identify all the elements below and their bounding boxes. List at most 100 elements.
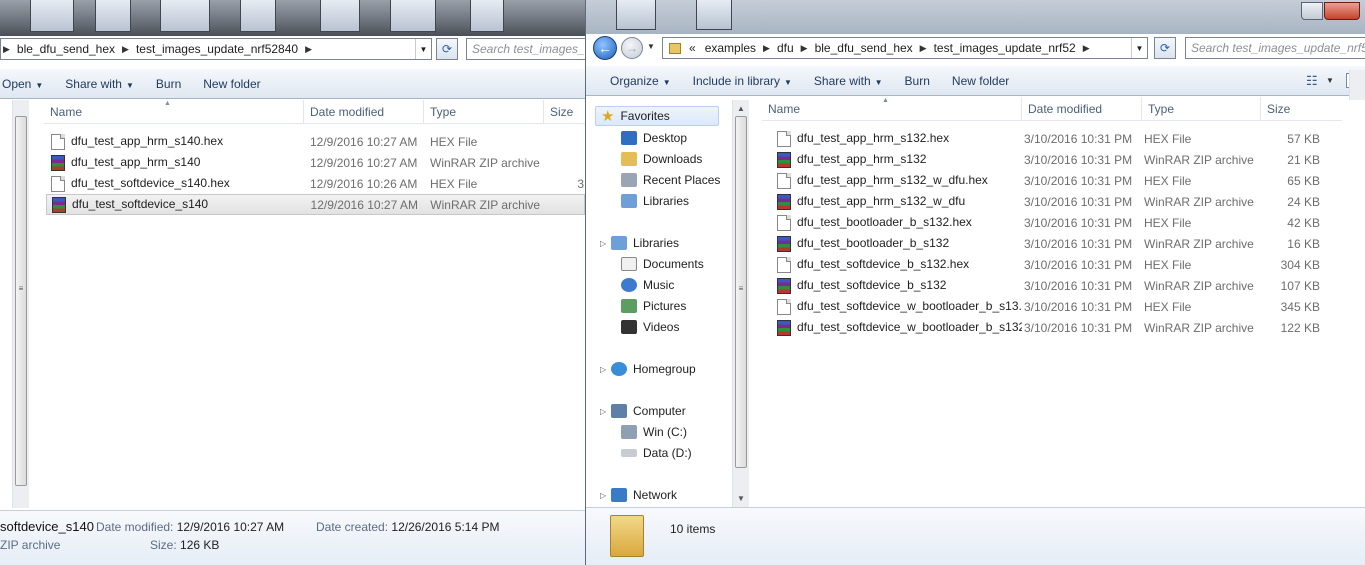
scroll-up-icon[interactable]: ▲ [733,100,749,116]
column-name[interactable]: Name ▲ [762,96,1022,121]
expand-arrow-icon[interactable]: ▷ [600,491,606,500]
videos-icon [621,320,637,334]
chevron-right-icon[interactable]: ▶ [1081,43,1092,54]
nav-drive-c[interactable]: Win (C:) [621,422,687,442]
nav-recent-places[interactable]: Recent Places [621,170,720,190]
file-row-selected[interactable]: dfu_test_softdevice_s140 12/9/2016 10:27… [46,194,585,215]
right-address-bar[interactable]: « examples ▶ dfu ▶ ble_dfu_send_hex ▶ te… [662,37,1148,59]
hex-file-icon [777,172,791,189]
column-date-modified[interactable]: Date modified [1022,96,1142,121]
nav-drive-d[interactable]: Data (D:) [621,443,692,463]
details-size: Size: 126 KB [150,538,220,552]
file-row[interactable]: dfu_test_softdevice_s140.hex 12/9/2016 1… [46,173,585,194]
chevron-right-icon[interactable]: ▶ [303,44,314,55]
file-row[interactable]: dfu_test_app_hrm_s140.hex 12/9/2016 10:2… [46,131,585,152]
open-button[interactable]: Open ▼ [0,77,54,91]
nav-network[interactable]: Network [611,485,677,505]
chevron-right-icon[interactable]: ▶ [918,43,929,54]
breadcrumb-item[interactable]: test_images_update_nrf52840 [131,42,303,56]
nav-pane-scrollbar[interactable]: ▲ ≡ ▼ [732,100,749,508]
nav-libraries-favorite[interactable]: Libraries [621,191,689,211]
documents-icon [621,257,637,271]
left-address-bar[interactable]: ▶ ble_dfu_send_hex ▶ test_images_update_… [0,38,432,60]
expand-arrow-icon[interactable]: ▷ [600,407,606,416]
include-in-library-button[interactable]: Include in library ▼ [682,74,803,88]
left-nav-scrollbar[interactable]: ≡ [12,100,29,508]
file-row[interactable]: dfu_test_bootloader_b_s132 3/10/2016 10:3… [764,233,1342,254]
file-row[interactable]: dfu_test_softdevice_b_s132 3/10/2016 10:3… [764,275,1342,296]
file-row[interactable]: dfu_test_bootloader_b_s132.hex 3/10/2016 … [764,212,1342,233]
address-history-dropdown[interactable]: ▼ [415,39,431,59]
chevron-down-icon: ▼ [125,80,134,90]
breadcrumb-item[interactable]: test_images_update_nrf52 [929,41,1081,55]
breadcrumb-item[interactable]: dfu [772,41,799,55]
nav-pictures[interactable]: Pictures [621,296,686,316]
nav-homegroup[interactable]: Homegroup [611,359,696,379]
column-name[interactable]: Name ▲ [44,99,304,124]
column-type[interactable]: Type [1142,96,1261,121]
scrollbar-thumb[interactable] [15,116,27,486]
file-row[interactable]: dfu_test_softdevice_w_bootloader_b_s13..… [764,296,1342,317]
file-row[interactable]: dfu_test_softdevice_w_bootloader_b_s132 3… [764,317,1342,338]
nav-downloads[interactable]: Downloads [621,149,702,169]
libraries-icon [621,194,637,208]
file-row[interactable]: dfu_test_app_hrm_s132.hex 3/10/2016 10:31… [764,128,1342,149]
nav-favorites[interactable]: ★ Favorites [595,106,719,126]
nav-desktop[interactable]: Desktop [621,128,687,148]
close-button[interactable] [1324,2,1360,20]
burn-button[interactable]: Burn [894,74,941,88]
recent-pages-chevron-icon[interactable]: ▼ [647,42,655,51]
back-arrow-icon[interactable]: ← [593,36,617,60]
breadcrumb-item[interactable]: examples [700,41,761,55]
new-folder-button[interactable]: New folder [192,77,271,91]
hex-file-icon [777,256,791,273]
breadcrumb-item[interactable]: ble_dfu_send_hex [12,42,120,56]
organize-button[interactable]: Organize ▼ [586,74,682,88]
chevron-right-icon[interactable]: ▶ [120,44,131,55]
expand-arrow-icon[interactable]: ▷ [600,365,606,374]
share-with-button[interactable]: Share with ▼ [803,74,894,88]
chevron-right-icon[interactable]: ▶ [761,43,772,54]
scroll-down-icon[interactable]: ▼ [733,490,749,506]
chevron-down-icon[interactable]: ▼ [1326,76,1334,85]
view-options-icon[interactable]: ☷ [1306,73,1318,89]
left-search-input[interactable]: Search test_images_u [466,38,585,60]
computer-icon [611,404,627,418]
share-with-button[interactable]: Share with ▼ [54,77,145,91]
breadcrumb-item[interactable]: ble_dfu_send_hex [810,41,918,55]
column-size[interactable]: Size [1261,97,1337,121]
nav-computer[interactable]: Computer [611,401,686,421]
left-window-titlebar [0,0,585,36]
chevron-right-icon[interactable]: ▶ [799,43,810,54]
nav-music[interactable]: Music [621,275,674,295]
left-command-bar: Open ▼ Share with ▼ Burn New folder [0,69,585,99]
nav-documents[interactable]: Documents [621,254,704,274]
details-file-name: softdevice_s140 [0,519,94,534]
drive-icon [621,449,637,457]
expand-arrow-icon[interactable]: ▷ [600,239,606,248]
column-date-modified[interactable]: Date modified [304,99,424,124]
right-search-input[interactable]: Search test_images_update_nrf52 [1185,37,1365,59]
pictures-icon [621,299,637,313]
breadcrumb-overflow[interactable]: « [685,41,700,55]
nav-videos[interactable]: Videos [621,317,679,337]
refresh-icon[interactable]: ⟳ [436,38,458,60]
refresh-icon[interactable]: ⟳ [1154,37,1176,59]
file-row[interactable]: dfu_test_app_hrm_s132_w_dfu 3/10/2016 10:… [764,191,1342,212]
new-folder-button[interactable]: New folder [941,74,1020,88]
libraries-icon [611,236,627,250]
star-icon: ★ [601,108,615,125]
file-row[interactable]: dfu_test_app_hrm_s132 3/10/2016 10:31 PM W… [764,149,1342,170]
address-history-dropdown[interactable]: ▼ [1131,38,1147,58]
column-size[interactable]: Size [544,100,585,124]
left-details-pane: softdevice_s140 ZIP archive Date modifie… [0,510,585,565]
forward-arrow-icon[interactable]: → [621,37,643,59]
file-row[interactable]: dfu_test_app_hrm_s132_w_dfu.hex 3/10/2016… [764,170,1342,191]
column-type[interactable]: Type [424,99,544,124]
file-row[interactable]: dfu_test_app_hrm_s140 12/9/2016 10:27 AM… [46,152,585,173]
nav-libraries[interactable]: Libraries [611,233,679,253]
sort-up-icon: ▲ [164,99,171,107]
burn-button[interactable]: Burn [145,77,192,91]
minimize-button[interactable] [1301,2,1323,20]
file-row[interactable]: dfu_test_softdevice_b_s132.hex 3/10/2016 … [764,254,1342,275]
